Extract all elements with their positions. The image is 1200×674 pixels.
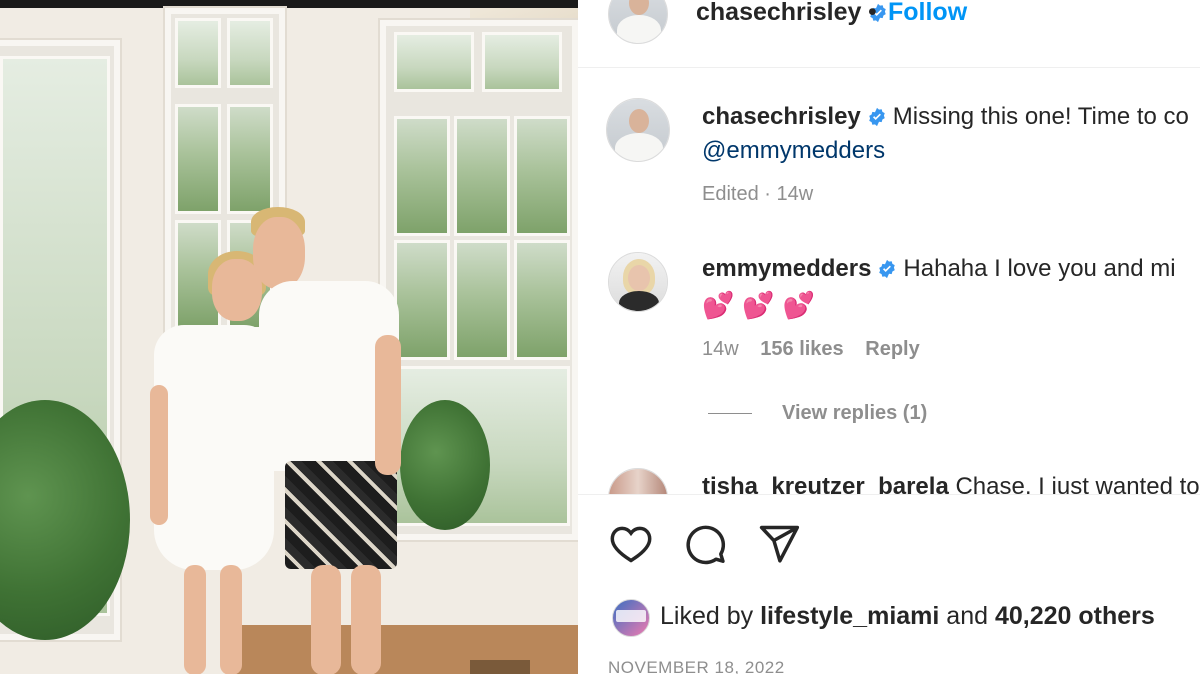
comment-text: Hahaha I love you and mi [903,255,1176,282]
verified-badge-icon [879,259,896,279]
comment-likes[interactable]: 156 likes [760,338,843,360]
liked-by-summary: Liked by lifestyle_miami and 40,220 othe… [660,602,1155,631]
photo-floor-vent [470,660,530,674]
view-replies-divider [708,413,752,414]
caption-mention[interactable]: @emmymedders [702,134,885,168]
caption-line-1: chasechrisley Missing this one! Time to c… [702,100,1189,134]
heart-icon [610,526,652,563]
photo-top-edge [0,0,578,8]
comment-meta: 14w 156 likes Reply [702,338,920,361]
liked-by-count[interactable]: 40,220 others [995,602,1155,630]
comment-avatar-emmymedders[interactable] [608,252,668,312]
verified-badge-icon [869,107,885,127]
header-separator: • [868,0,877,26]
comment-emoji-hearts: 💕💕💕 [702,290,824,320]
post-header: chasechrisley • Follow [578,0,1200,68]
caption-avatar[interactable] [606,98,670,162]
share-button[interactable] [756,521,802,567]
liked-by-prefix: Liked by [660,602,754,630]
comment-button[interactable] [682,521,728,567]
liked-by-user[interactable]: lifestyle_miami [760,602,939,630]
view-replies-button[interactable]: View replies (1) [782,402,927,425]
comment-bubble-icon [686,525,726,565]
view-replies-label[interactable]: View replies (1) [782,402,927,424]
liked-by-avatar[interactable] [612,599,650,637]
photo-person-man [245,205,405,674]
photo-bush-right [400,400,490,530]
caption-username[interactable]: chasechrisley [702,103,861,130]
comment-line-emmymedders: emmymedders Hahaha I love you and mi [702,252,1176,286]
post-side-panel: chasechrisley • Follow chasechrisley Miss… [578,0,1200,674]
comment-time[interactable]: 14w [702,338,739,360]
comment-username[interactable]: emmymedders [702,255,871,282]
caption-edited-time: Edited · 14w [702,183,814,205]
follow-button[interactable]: Follow [888,0,967,27]
caption-text: Missing this one! Time to co [892,103,1189,130]
post-photo[interactable] [0,0,578,674]
post-date[interactable]: NOVEMBER 18, 2022 [608,658,785,674]
like-button[interactable] [608,521,654,567]
header-avatar[interactable] [608,0,668,44]
header-username-text[interactable]: chasechrisley [696,0,861,26]
header-username[interactable]: chasechrisley [696,0,888,27]
comment-reply-button[interactable]: Reply [865,338,919,360]
post-action-bar: Liked by lifestyle_miami and 40,220 othe… [578,494,1200,674]
liked-by-middle: and [946,602,989,630]
paper-plane-icon [759,525,800,563]
